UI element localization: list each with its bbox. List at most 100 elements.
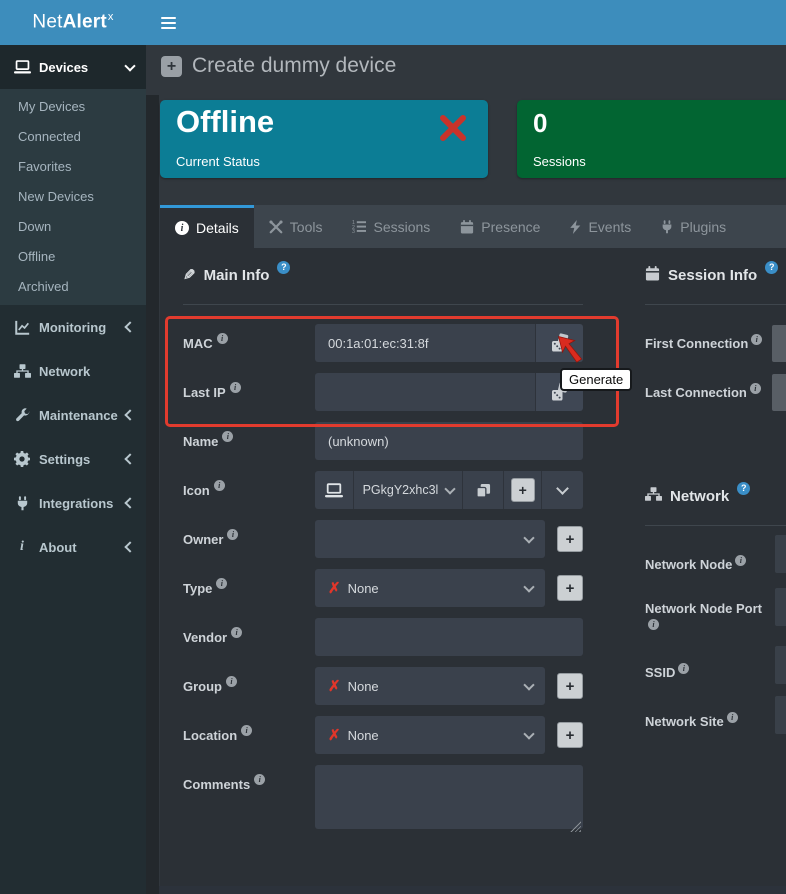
add-icon-cell: + (503, 471, 542, 509)
network-site-input[interactable] (775, 696, 786, 734)
sidebar-item-about[interactable]: i About (0, 525, 146, 569)
info-icon: i (226, 676, 237, 687)
info-icon: i (678, 663, 689, 674)
help-question-icon[interactable]: ? (737, 482, 750, 495)
ssid-label: SSIDi (645, 663, 689, 682)
network-node-input[interactable] (775, 535, 786, 573)
tab-events[interactable]: Events (555, 205, 646, 248)
sidebar-item-archived[interactable]: Archived (0, 272, 146, 302)
first-connection-input[interactable] (772, 325, 786, 362)
help-question-icon[interactable]: ? (277, 261, 290, 274)
gear-icon (12, 451, 32, 467)
vendor-input[interactable] (315, 618, 583, 656)
sidebar-item-offline[interactable]: Offline (0, 242, 146, 272)
calendar-icon (460, 220, 474, 234)
plus-square-icon: + (161, 56, 182, 77)
last-ip-input[interactable] (315, 373, 535, 411)
divider (183, 304, 583, 305)
sitemap-icon (645, 487, 662, 505)
comments-textarea[interactable] (315, 765, 583, 829)
icon-dropdown-button[interactable] (541, 471, 583, 509)
location-select[interactable]: ✗None (315, 716, 545, 754)
type-select[interactable]: ✗None (315, 569, 545, 607)
section-title: Network (670, 488, 729, 505)
info-icon: i (217, 333, 228, 344)
icon-select[interactable]: PGkgY2xhc3l (353, 471, 463, 509)
sidebar-item-label: Devices (39, 60, 126, 75)
last-connection-input[interactable] (772, 374, 786, 411)
sitemap-icon (12, 364, 32, 378)
add-location-button[interactable]: + (557, 722, 583, 748)
info-icon: i (254, 774, 265, 785)
svg-text:3: 3 (352, 229, 355, 235)
last-connection-row: Last Connectioni (645, 373, 786, 411)
plug-icon (12, 496, 32, 511)
group-row: Groupi ✗None + (183, 667, 583, 705)
sidebar-item-network[interactable]: Network (0, 349, 146, 393)
sessions-label: Sessions (533, 154, 586, 169)
device-tabs: i Details Tools 123 Sessions Presence E (160, 205, 786, 248)
brand-logo[interactable]: NetAlertx (0, 0, 146, 45)
icon-label: Iconi (183, 483, 315, 498)
name-input[interactable] (315, 422, 583, 460)
sidebar-item-label: Monitoring (39, 320, 126, 335)
tab-tools[interactable]: Tools (254, 205, 338, 248)
sidebar-item-label: Maintenance (39, 408, 126, 423)
sidebar-item-monitoring[interactable]: Monitoring (0, 305, 146, 349)
tab-sessions[interactable]: 123 Sessions (337, 205, 445, 248)
add-type-button[interactable]: + (557, 575, 583, 601)
tab-presence[interactable]: Presence (445, 205, 555, 248)
info-icon: i (727, 712, 738, 723)
name-label: Namei (183, 434, 315, 449)
mac-input[interactable] (315, 324, 535, 362)
icon-preview-laptop-icon (315, 471, 353, 509)
tab-label: Events (588, 219, 631, 235)
chevron-down-icon (124, 60, 135, 71)
add-group-button[interactable]: + (557, 673, 583, 699)
ssid-input[interactable] (775, 646, 786, 684)
add-owner-button[interactable]: + (557, 526, 583, 552)
network-node-row: Network Nodei (645, 545, 786, 583)
info-icon: i (230, 382, 241, 393)
wrench-icon (12, 408, 32, 423)
sidebar-item-integrations[interactable]: Integrations (0, 481, 146, 525)
group-select[interactable]: ✗None (315, 667, 545, 705)
info-icon: i (648, 619, 659, 630)
status-label: Current Status (176, 154, 260, 169)
sidebar-item-new-devices[interactable]: New Devices (0, 182, 146, 212)
sidebar-item-my-devices[interactable]: My Devices (0, 92, 146, 122)
sidebar-item-down[interactable]: Down (0, 212, 146, 242)
status-value: Offline (176, 104, 274, 140)
group-label: Groupi (183, 679, 315, 694)
sidebar-item-favorites[interactable]: Favorites (0, 152, 146, 182)
copy-icon-button[interactable] (462, 471, 503, 509)
plug-icon (661, 220, 673, 234)
sidebar-item-settings[interactable]: Settings (0, 437, 146, 481)
sidebar-item-label: Network (39, 364, 134, 379)
chevron-down-icon (523, 728, 534, 739)
tab-label: Details (196, 220, 239, 236)
owner-select[interactable] (315, 520, 545, 558)
tab-plugins[interactable]: Plugins (646, 205, 741, 248)
tab-label: Plugins (680, 219, 726, 235)
add-icon-button[interactable]: + (511, 478, 535, 502)
sidebar-item-connected[interactable]: Connected (0, 122, 146, 152)
type-row: Typei ✗None + (183, 569, 583, 607)
chevron-down-icon (523, 532, 534, 543)
sidebar-item-devices[interactable]: Devices (0, 45, 146, 89)
last-ip-label: Last IPi (183, 385, 315, 400)
network-node-port-input[interactable] (775, 588, 786, 626)
right-column: Session Info ? First Connectioni Last Co… (645, 260, 786, 751)
current-status-card[interactable]: Offline Current Status (160, 100, 488, 178)
vendor-row: Vendori (183, 618, 583, 656)
sidebar-item-maintenance[interactable]: Maintenance (0, 393, 146, 437)
main-info-section: ✎ Main Info ? MACi Last IPi (183, 260, 583, 845)
sessions-card[interactable]: 0 Sessions (517, 100, 786, 178)
info-icon: i (222, 431, 233, 442)
help-question-icon[interactable]: ? (765, 261, 778, 274)
sidebar: Devices My Devices Connected Favorites N… (0, 45, 146, 894)
tab-details[interactable]: i Details (160, 205, 254, 248)
sidebar-toggle-icon[interactable] (161, 17, 176, 29)
offline-x-icon (438, 113, 468, 148)
icon-row: Iconi PGkgY2xhc3l + (183, 471, 583, 509)
